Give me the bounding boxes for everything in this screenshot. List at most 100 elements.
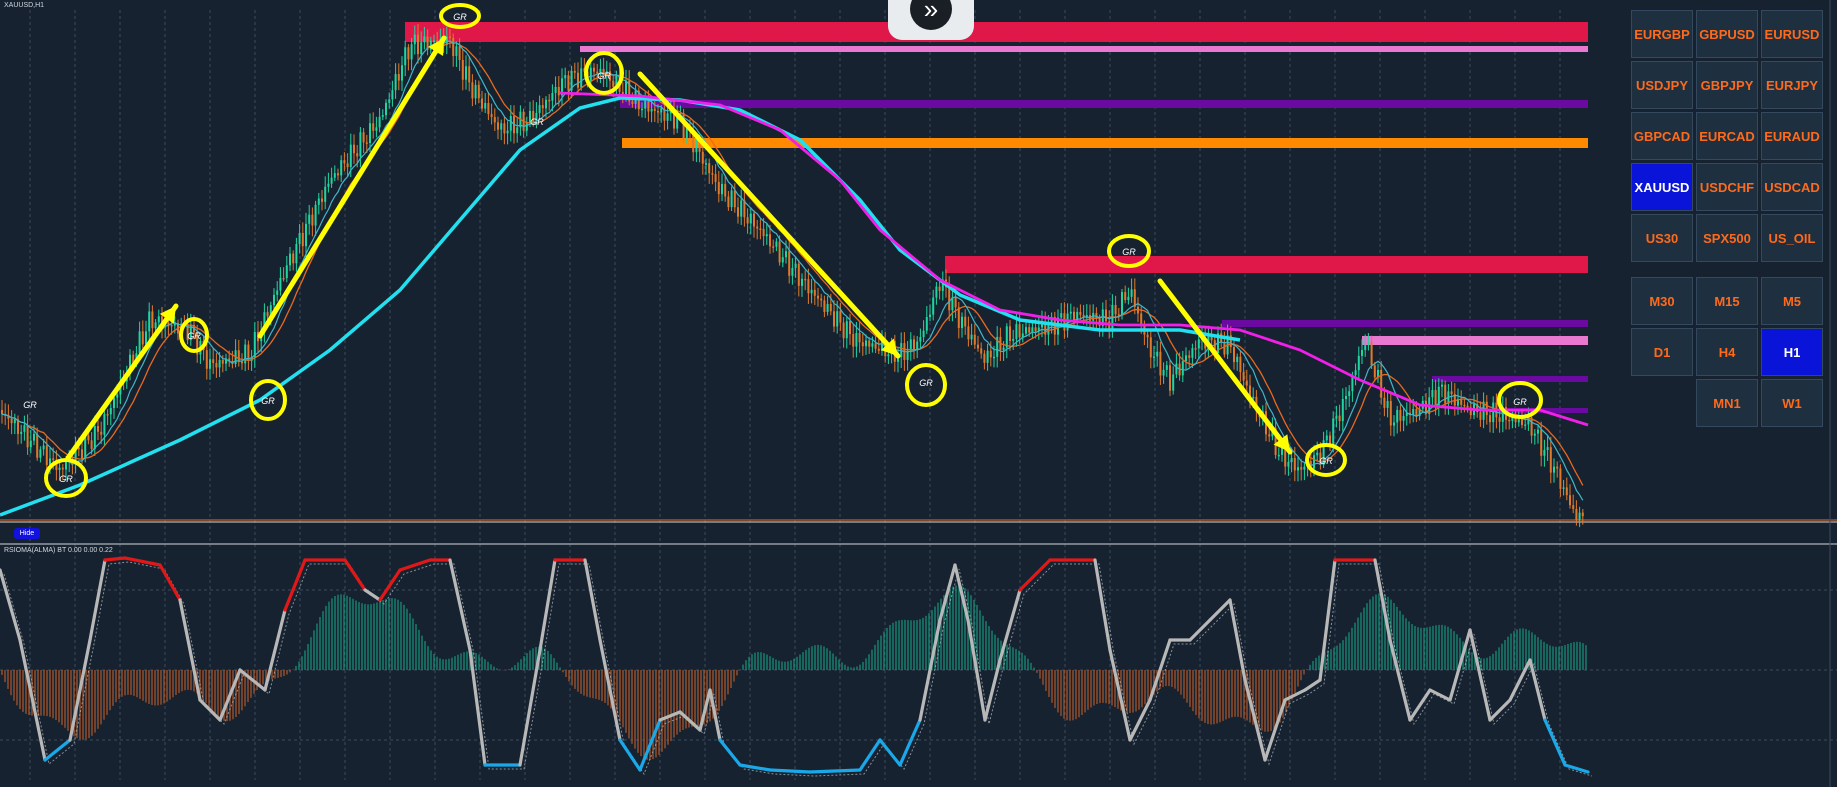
candle-body bbox=[746, 217, 749, 224]
rsi-line-segment bbox=[1543, 718, 1567, 767]
price-zone bbox=[945, 256, 1588, 273]
candle-body bbox=[1402, 415, 1405, 421]
candle-body bbox=[461, 59, 464, 80]
candle-body bbox=[378, 116, 381, 128]
timeframe-button-h4[interactable]: H4 bbox=[1696, 328, 1758, 376]
candle-body bbox=[330, 177, 333, 184]
price-zone bbox=[620, 100, 1588, 108]
candle-body bbox=[455, 46, 458, 57]
candle-body bbox=[314, 204, 317, 226]
candle-body bbox=[385, 102, 387, 116]
symbol-button-us30[interactable]: US30 bbox=[1631, 214, 1693, 262]
candle-body bbox=[1293, 457, 1296, 471]
hide-button[interactable]: Hide bbox=[14, 528, 40, 539]
candle-body bbox=[874, 343, 877, 349]
timeframe-button-d1[interactable]: D1 bbox=[1631, 328, 1693, 376]
candle-body bbox=[1277, 454, 1280, 457]
candle-body bbox=[1485, 401, 1488, 416]
symbol-button-eurjpy[interactable]: EURJPY bbox=[1761, 61, 1823, 109]
candle-body bbox=[948, 287, 951, 311]
candle-body bbox=[381, 115, 384, 117]
candle-body bbox=[957, 307, 960, 329]
candle-body bbox=[509, 115, 512, 131]
candle-body bbox=[1153, 356, 1155, 358]
rsi-line-segment bbox=[718, 738, 742, 767]
slow-ma-line bbox=[0, 96, 621, 517]
candle-body bbox=[1191, 348, 1194, 358]
timeframe-button-mn1[interactable]: MN1 bbox=[1696, 379, 1758, 427]
candle-body bbox=[1242, 372, 1245, 381]
candle-body bbox=[241, 361, 243, 364]
candle-body bbox=[1290, 457, 1293, 463]
symbol-button-spx500[interactable]: SPX500 bbox=[1696, 214, 1758, 262]
candle-body bbox=[375, 127, 378, 131]
candle-body bbox=[1341, 399, 1344, 422]
symbol-button-us_oil[interactable]: US_OIL bbox=[1761, 214, 1823, 262]
candle-body bbox=[823, 300, 826, 312]
candle-body bbox=[1162, 369, 1165, 376]
candle-body bbox=[253, 331, 256, 358]
rsi-line-segment bbox=[343, 558, 367, 592]
symbol-button-usdchf[interactable]: USDCHF bbox=[1696, 163, 1758, 211]
candle-body bbox=[282, 277, 285, 280]
candle-body bbox=[1533, 433, 1536, 436]
candle-body bbox=[1124, 292, 1127, 301]
symbol-button-gbpjpy[interactable]: GBPJPY bbox=[1696, 61, 1758, 109]
candle-body bbox=[1156, 351, 1159, 357]
timeframe-button-w1[interactable]: W1 bbox=[1761, 379, 1823, 427]
symbol-button-eurcad[interactable]: EURCAD bbox=[1696, 112, 1758, 160]
candle-body bbox=[1559, 468, 1562, 489]
candle-body bbox=[369, 123, 371, 144]
candle-body bbox=[10, 418, 13, 424]
candle-body bbox=[1572, 505, 1575, 509]
signal-marker: GR bbox=[261, 396, 275, 406]
candle-body bbox=[321, 198, 323, 202]
collapse-handle[interactable]: » bbox=[888, 0, 974, 40]
candle-body bbox=[660, 108, 663, 113]
candle-body bbox=[772, 246, 775, 248]
double-chevron-right-icon: » bbox=[910, 0, 952, 30]
candle-body bbox=[1498, 417, 1501, 422]
candle-body bbox=[279, 277, 282, 291]
candle-body bbox=[420, 42, 423, 55]
candle-body bbox=[653, 108, 656, 111]
timeframe-button-m5[interactable]: M5 bbox=[1761, 277, 1823, 325]
candle-body bbox=[989, 350, 992, 358]
candle-body bbox=[1194, 348, 1197, 350]
candle-body bbox=[1553, 466, 1555, 473]
candle-body bbox=[740, 200, 743, 217]
candle-body bbox=[839, 311, 842, 323]
candle-body bbox=[305, 223, 307, 247]
candle-body bbox=[807, 279, 810, 294]
candle-body bbox=[567, 75, 570, 91]
candle-body bbox=[871, 343, 874, 347]
candle-body bbox=[650, 108, 653, 112]
symbol-button-eurgbp[interactable]: EURGBP bbox=[1631, 10, 1693, 58]
candle-body bbox=[343, 160, 346, 164]
candle-body bbox=[1383, 397, 1386, 408]
symbol-button-usdjpy[interactable]: USDJPY bbox=[1631, 61, 1693, 109]
symbol-button-gbpusd[interactable]: GBPUSD bbox=[1696, 10, 1758, 58]
candle-body bbox=[324, 186, 327, 202]
symbol-button-eurusd[interactable]: EURUSD bbox=[1761, 10, 1823, 58]
candle-body bbox=[26, 425, 29, 448]
candle-body bbox=[1492, 402, 1495, 423]
timeframe-button-m15[interactable]: M15 bbox=[1696, 277, 1758, 325]
candle-body bbox=[733, 190, 736, 208]
timeframe-button-m30[interactable]: M30 bbox=[1631, 277, 1693, 325]
symbol-button-gbpcad[interactable]: GBPCAD bbox=[1631, 112, 1693, 160]
candle-body bbox=[276, 290, 279, 295]
price-zone bbox=[1432, 376, 1588, 382]
symbol-button-xauusd[interactable]: XAUUSD bbox=[1631, 163, 1693, 211]
candle-body bbox=[97, 425, 99, 432]
candlesticks bbox=[1, 23, 1584, 528]
candle-body bbox=[90, 440, 93, 449]
candle-body bbox=[1175, 363, 1178, 375]
candle-body bbox=[1517, 418, 1520, 423]
candle-body bbox=[721, 183, 723, 195]
symbol-button-usdcad[interactable]: USDCAD bbox=[1761, 163, 1823, 211]
candle-body bbox=[913, 339, 915, 351]
candle-body bbox=[1287, 462, 1290, 467]
symbol-button-euraud[interactable]: EURAUD bbox=[1761, 112, 1823, 160]
timeframe-button-h1[interactable]: H1 bbox=[1761, 328, 1823, 376]
